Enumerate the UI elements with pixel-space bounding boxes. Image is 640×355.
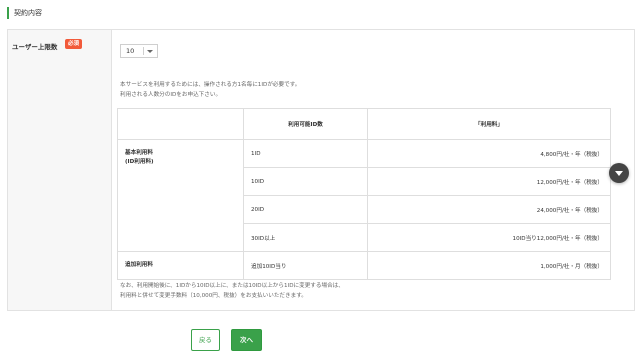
pricing-table: 利用可能ID数 「利用料」 基本利用料 (ID利用料) 1ID 4,800円/社… — [117, 108, 611, 280]
price-cell: 1,000円/社・月（税抜） — [367, 251, 611, 280]
select-divider — [143, 47, 144, 55]
table-row: 追加利用料 追加10ID当り 1,000円/社・月（税抜） — [117, 251, 611, 280]
table-header-row: 利用可能ID数 「利用料」 — [117, 108, 611, 140]
select-value: 10 — [126, 47, 135, 55]
price-cell: 4,800円/社・年（税抜） — [367, 139, 611, 168]
table-header: 「利用料」 — [367, 108, 611, 140]
id-count-cell: 30ID以上 — [243, 223, 368, 252]
back-button[interactable]: 戻る — [191, 329, 220, 351]
id-count-cell: 20ID — [243, 195, 368, 224]
description-line-2: 利用される人数分のIDをお申込下さい。 — [120, 92, 222, 98]
user-limit-select[interactable]: 10 — [120, 44, 158, 58]
price-cell: 12,000円/社・年（税抜） — [367, 167, 611, 196]
next-button[interactable]: 次へ — [231, 329, 262, 351]
id-count-cell: 1ID — [243, 139, 368, 168]
section-title: 契約内容 — [7, 7, 42, 19]
table-row: 基本利用料 (ID利用料) 1ID 4,800円/社・年（税抜） — [117, 139, 611, 252]
required-badge: 必須 — [65, 39, 83, 49]
basic-fee-label: 基本利用料 — [125, 150, 153, 156]
description-line-1: 本サービスを利用するためには、操作される方1名毎に1IDが必要です。 — [120, 82, 301, 88]
table-header — [117, 108, 244, 140]
id-count-cell: 10ID — [243, 167, 368, 196]
extra-fee-label: 追加利用料 — [117, 251, 244, 280]
basic-fee-sublabel: (ID利用料) — [125, 159, 154, 165]
note-line-2: 利用料と併せて変更手数料（10,000円、税抜）をお支払いいただきます。 — [120, 293, 307, 299]
id-count-cell: 追加10ID当り — [243, 251, 368, 280]
scroll-down-button[interactable] — [609, 163, 629, 183]
chevron-down-icon — [615, 171, 623, 176]
table-header: 利用可能ID数 — [243, 108, 368, 140]
label-cell: ユーザー上限数 必須 — [8, 30, 112, 310]
note-line-1: なお、利用開始後に、1IDから10ID以上に、または10ID以上から1IDに変更… — [120, 283, 344, 289]
basic-fee-cell: 基本利用料 (ID利用料) — [117, 139, 244, 252]
price-cell: 10ID当り12,000円/社・年（税抜） — [367, 223, 611, 252]
price-cell: 24,000円/社・年（税抜） — [367, 195, 611, 224]
caret-down-icon — [147, 50, 153, 53]
user-limit-label: ユーザー上限数 — [12, 43, 58, 51]
